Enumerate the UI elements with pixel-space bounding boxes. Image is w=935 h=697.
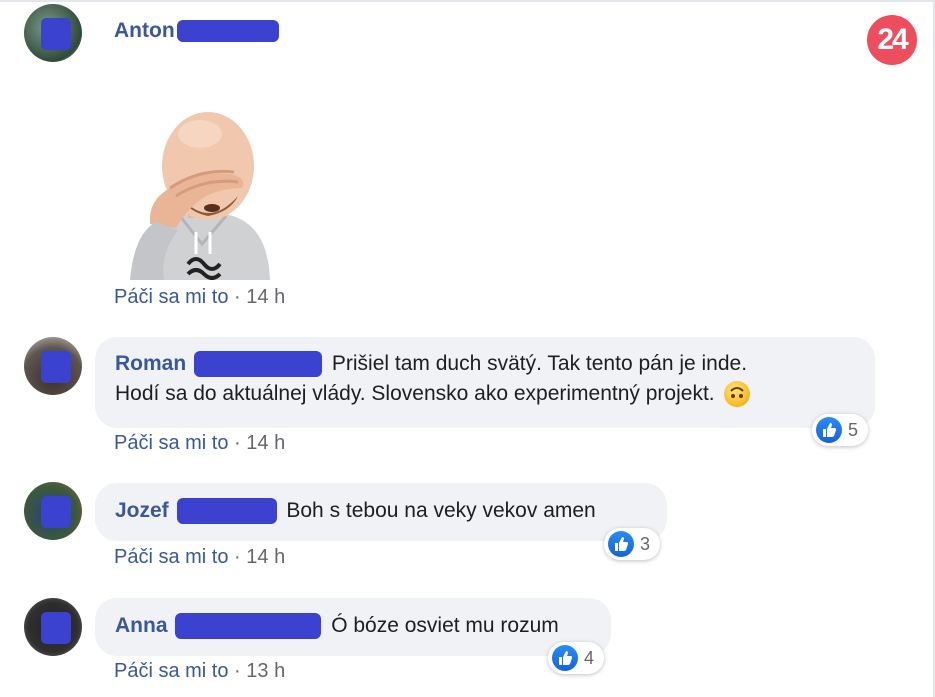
redacted-surname (175, 613, 322, 640)
redacted-surname (194, 351, 323, 378)
comment-text: Boh s tebou na veky vekov amen (286, 499, 596, 522)
timestamp[interactable]: 13 h (246, 660, 285, 682)
like-link[interactable]: Páči sa mi to (114, 660, 228, 682)
author-name[interactable]: Anna (115, 614, 168, 637)
like-link[interactable]: Páči sa mi to (114, 546, 228, 568)
reaction-count[interactable]: 3 (604, 528, 661, 560)
comment-meta: Páči sa mi to · 14 h (114, 546, 285, 569)
author-name[interactable]: Anton (114, 19, 175, 43)
like-link[interactable]: Páči sa mi to (114, 286, 228, 308)
comment-meta: Páči sa mi to · 14 h (114, 286, 285, 309)
comment-meta: Páči sa mi to · 14 h (114, 432, 285, 455)
like-icon (552, 645, 578, 671)
like-icon (816, 417, 842, 443)
comment-text: Prišiel tam duch svätý. Tak tento pán je… (331, 352, 748, 375)
reaction-number: 3 (640, 533, 651, 554)
avatar[interactable] (24, 482, 82, 540)
reaction-number: 5 (848, 419, 859, 440)
upside-down-face-emoji-icon (724, 381, 751, 408)
reaction-number: 4 (584, 647, 595, 668)
avatar[interactable] (24, 337, 82, 395)
meta-separator: · (234, 432, 241, 454)
like-link[interactable]: Páči sa mi to (114, 432, 228, 454)
facepalm-sticker[interactable] (130, 104, 275, 280)
reaction-count[interactable]: 4 (548, 642, 605, 674)
redacted-surname (176, 498, 277, 525)
comment-bubble: Jozef Boh s tebou na veky vekov amen (95, 483, 667, 541)
reaction-count[interactable]: 5 (812, 414, 869, 446)
comment-bubble: Roman Prišiel tam duch svätý. Tak tento … (95, 337, 875, 428)
redaction-mark (41, 496, 71, 528)
comment-author[interactable]: Anton (114, 19, 279, 43)
meta-separator: · (234, 660, 241, 682)
news24-badge-icon: 24 (867, 15, 917, 65)
comment-bubble: Anna Ó bóze osviet mu rozum (95, 598, 611, 656)
timestamp[interactable]: 14 h (246, 432, 285, 454)
timestamp[interactable]: 14 h (246, 286, 285, 308)
meta-separator: · (234, 286, 241, 308)
redaction-mark (41, 612, 71, 644)
author-name[interactable]: Jozef (115, 499, 169, 522)
comment-meta: Páči sa mi to · 13 h (114, 660, 285, 683)
avatar[interactable] (24, 598, 82, 656)
avatar[interactable] (24, 4, 82, 62)
redacted-surname (176, 20, 279, 42)
redaction-mark (41, 18, 71, 50)
author-name[interactable]: Roman (115, 352, 186, 375)
comment-text: Ó bóze osviet mu rozum (331, 614, 559, 637)
top-border (0, 0, 935, 2)
like-icon (608, 531, 634, 557)
timestamp[interactable]: 14 h (246, 546, 285, 568)
redaction-mark (41, 351, 71, 383)
comment-text: Hodí sa do aktuálnej vlády. Slovensko ak… (115, 382, 715, 405)
meta-separator: · (234, 546, 241, 568)
